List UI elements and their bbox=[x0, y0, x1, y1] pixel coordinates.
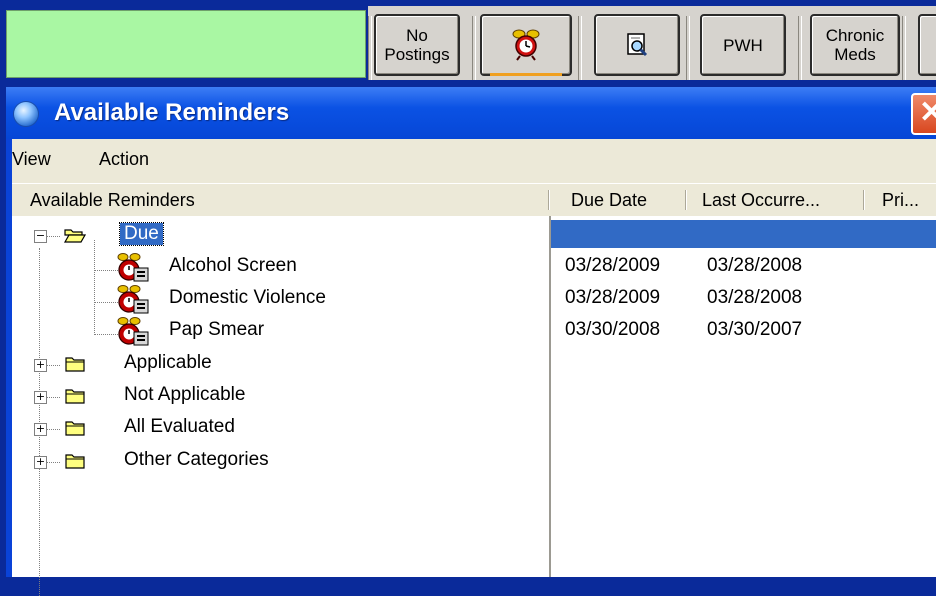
patient-status-panel bbox=[6, 10, 366, 78]
no-postings-button[interactable]: No Postings bbox=[374, 14, 460, 76]
last-occurrence-cell: 03/28/2008 bbox=[707, 255, 803, 276]
reminder-due-icon bbox=[117, 317, 149, 346]
data-row[interactable]: 03/30/2008 03/30/2007 bbox=[551, 319, 936, 349]
column-last-occurrence[interactable]: Last Occurre... bbox=[702, 190, 820, 211]
reminders-button[interactable] bbox=[480, 14, 572, 76]
tree-node-other-categories[interactable]: + Other Categories bbox=[12, 447, 549, 477]
available-reminders-dialog: Available Reminders ✕ View Action Availa… bbox=[6, 87, 936, 596]
toolbar-button-partial[interactable] bbox=[918, 14, 936, 76]
title-bar[interactable]: Available Reminders ✕ bbox=[6, 87, 936, 139]
pwh-button[interactable]: PWH bbox=[700, 14, 786, 76]
close-button[interactable]: ✕ bbox=[911, 93, 936, 135]
pwh-label: PWH bbox=[723, 35, 763, 55]
reminder-due-icon bbox=[117, 285, 149, 314]
selected-row[interactable] bbox=[551, 220, 936, 248]
tree-connector bbox=[46, 236, 60, 237]
reminder-due-icon bbox=[117, 253, 149, 282]
category-label: Other Categories bbox=[124, 449, 269, 470]
report-viewer-button[interactable] bbox=[594, 14, 680, 76]
tree-connector bbox=[46, 462, 60, 463]
tree-connector bbox=[46, 429, 60, 430]
due-label: Due bbox=[119, 222, 164, 246]
dialog-client: View Action Available Reminders Due Date… bbox=[12, 139, 936, 596]
dialog-title: Available Reminders bbox=[54, 99, 290, 126]
toolbar-separator bbox=[368, 16, 372, 80]
tree-connector bbox=[46, 397, 60, 398]
folder-icon bbox=[65, 357, 85, 372]
toolbar-separator bbox=[472, 16, 476, 80]
reminder-name: Domestic Violence bbox=[169, 287, 327, 308]
app-icon bbox=[14, 102, 38, 126]
last-occurrence-cell: 03/28/2008 bbox=[707, 287, 803, 308]
last-occurrence-cell: 03/30/2007 bbox=[707, 319, 803, 340]
tree-node-due[interactable]: − Due bbox=[12, 221, 549, 251]
reminder-row[interactable]: Domestic Violence bbox=[12, 285, 549, 315]
toolbar-separator bbox=[902, 16, 906, 80]
due-date-cell: 03/28/2009 bbox=[565, 287, 661, 308]
toolbar-separator bbox=[578, 16, 582, 80]
data-row[interactable]: 03/28/2009 03/28/2008 bbox=[551, 287, 936, 317]
due-date-cell: 03/30/2008 bbox=[565, 319, 661, 340]
top-toolbar-area: No Postings PWH Chronic Meds bbox=[0, 0, 936, 84]
chronic-meds-label: Chronic Meds bbox=[825, 26, 885, 64]
reminder-tree[interactable]: − Due Alcohol Screen Domestic Violence P… bbox=[12, 216, 551, 596]
no-postings-label: No Postings bbox=[384, 26, 450, 64]
column-divider[interactable] bbox=[863, 190, 865, 210]
toolbar-separator bbox=[798, 16, 802, 80]
column-header: Available Reminders Due Date Last Occurr… bbox=[12, 183, 936, 217]
menu-action[interactable]: Action bbox=[99, 149, 149, 170]
tree-node-all-evaluated[interactable]: + All Evaluated bbox=[12, 414, 549, 444]
tree-node-not-applicable[interactable]: + Not Applicable bbox=[12, 382, 549, 412]
column-priority[interactable]: Pri... bbox=[882, 190, 919, 211]
folder-icon bbox=[65, 421, 85, 436]
open-folder-icon bbox=[64, 229, 86, 243]
category-label: Not Applicable bbox=[124, 384, 246, 405]
magnifier-report-icon bbox=[627, 33, 648, 57]
column-divider[interactable] bbox=[548, 190, 550, 210]
menu-bar: View Action bbox=[12, 139, 936, 183]
reminder-name: Pap Smear bbox=[169, 319, 265, 340]
column-due-date[interactable]: Due Date bbox=[571, 190, 647, 211]
due-date-cell: 03/28/2009 bbox=[565, 255, 661, 276]
category-label: All Evaluated bbox=[124, 416, 235, 437]
folder-icon bbox=[65, 389, 85, 404]
reminder-details-list[interactable]: 03/28/2009 03/28/2008 03/28/2009 03/28/2… bbox=[551, 216, 936, 577]
chronic-meds-button[interactable]: Chronic Meds bbox=[810, 14, 900, 76]
reminder-row[interactable]: Pap Smear bbox=[12, 317, 549, 347]
column-divider[interactable] bbox=[685, 190, 687, 210]
folder-icon bbox=[65, 454, 85, 469]
data-row[interactable]: 03/28/2009 03/28/2008 bbox=[551, 255, 936, 285]
toolbar-separator bbox=[686, 16, 690, 80]
reminder-row[interactable]: Alcohol Screen bbox=[12, 253, 549, 283]
reminder-name: Alcohol Screen bbox=[169, 255, 297, 276]
alarm-clock-icon bbox=[512, 29, 540, 61]
tree-connector bbox=[46, 365, 60, 366]
menu-view[interactable]: View bbox=[12, 149, 51, 170]
column-available-reminders[interactable]: Available Reminders bbox=[30, 190, 195, 211]
tree-node-applicable[interactable]: + Applicable bbox=[12, 350, 549, 380]
category-label: Applicable bbox=[124, 352, 212, 373]
active-indicator bbox=[490, 73, 562, 76]
